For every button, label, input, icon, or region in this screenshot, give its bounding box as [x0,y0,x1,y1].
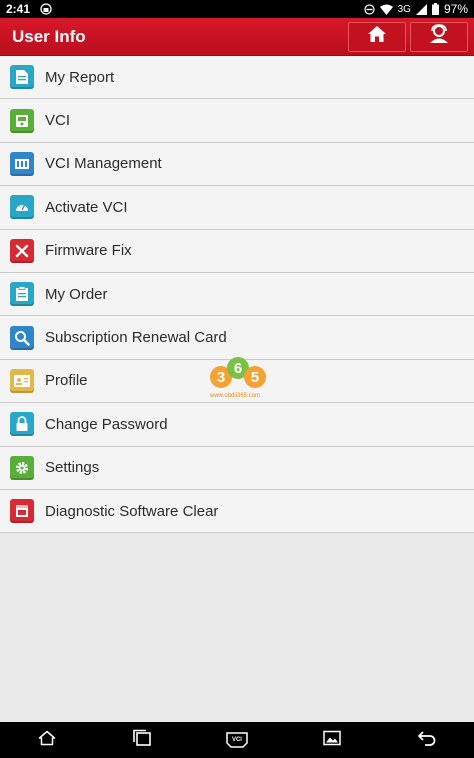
menu-item-my-order[interactable]: My Order [0,272,474,317]
vci-icon [10,108,34,133]
android-icon [40,3,52,15]
page-title: User Info [12,26,86,46]
battery-icon [431,3,439,15]
user-support-icon [428,24,450,49]
profile-icon [10,368,34,393]
menu-item-settings[interactable]: Settings [0,446,474,490]
menu-item-label: Firmware Fix [45,242,132,260]
menu-item-vci[interactable]: VCI [0,99,474,143]
clear-icon [10,499,34,524]
menu-item-label: Settings [45,459,100,477]
status-bar: 2:41 3G 97% [0,0,474,18]
vci-connector-icon: VCI [225,731,249,749]
nav-recents-button[interactable] [122,725,162,755]
nav-screenshot-button[interactable] [312,725,352,755]
firmware-fix-icon [10,238,34,263]
menu-item-label: My Report [45,68,115,86]
menu-item-label: VCI [45,112,71,130]
home-button[interactable] [348,21,406,52]
battery-level: 97% [443,2,468,16]
recent-apps-icon [132,729,152,752]
user-support-button[interactable] [410,21,468,52]
signal-icon [415,3,427,15]
watermark-url: www.obdii365.com [210,393,261,399]
menu-item-label: Profile [45,372,88,390]
nav-vci-label: VCI [231,737,242,743]
status-time: 2:41 [6,2,31,16]
order-icon [10,282,34,307]
image-icon [323,730,341,751]
wifi-icon [379,4,393,15]
svg-text:5: 5 [251,369,259,386]
network-type: 3G [397,3,411,15]
lock-icon [10,412,34,437]
menu-item-label: VCI Management [45,155,162,173]
menu-item-label: Activate VCI [45,198,128,216]
app-header: User Info [0,18,474,56]
menu-item-label: Change Password [45,415,168,433]
dnd-icon [364,3,375,15]
vci-management-icon [10,151,34,176]
menu-item-vci-management[interactable]: VCI Management [0,142,474,187]
back-arrow-icon [417,730,437,751]
menu-item-my-report[interactable]: My Report [0,56,474,100]
menu-item-diagnostic-software-clear[interactable]: Diagnostic Software Clear [0,489,474,534]
menu-item-label: My Order [45,285,108,303]
home-icon [367,25,387,48]
svg-text:3: 3 [217,369,225,386]
nav-home-button[interactable] [27,725,67,755]
nav-vci-button[interactable]: VCI [217,725,257,755]
report-icon [10,65,34,90]
search-icon [10,325,34,350]
menu-item-label: Subscription Renewal Card [45,329,227,347]
home-outline-icon [38,730,56,751]
nav-back-button[interactable] [407,725,447,755]
activate-vci-icon [10,195,34,220]
menu-item-activate-vci[interactable]: Activate VCI [0,186,474,230]
gear-icon [10,455,34,480]
svg-text:6: 6 [234,360,242,377]
menu-item-label: Diagnostic Software Clear [45,502,219,520]
nav-bar: VCI [0,722,474,758]
menu-list: My Report VCI VCI Management Activate VC… [0,56,474,534]
menu-item-firmware-fix[interactable]: Firmware Fix [0,229,474,273]
menu-item-change-password[interactable]: Change Password [0,403,474,447]
